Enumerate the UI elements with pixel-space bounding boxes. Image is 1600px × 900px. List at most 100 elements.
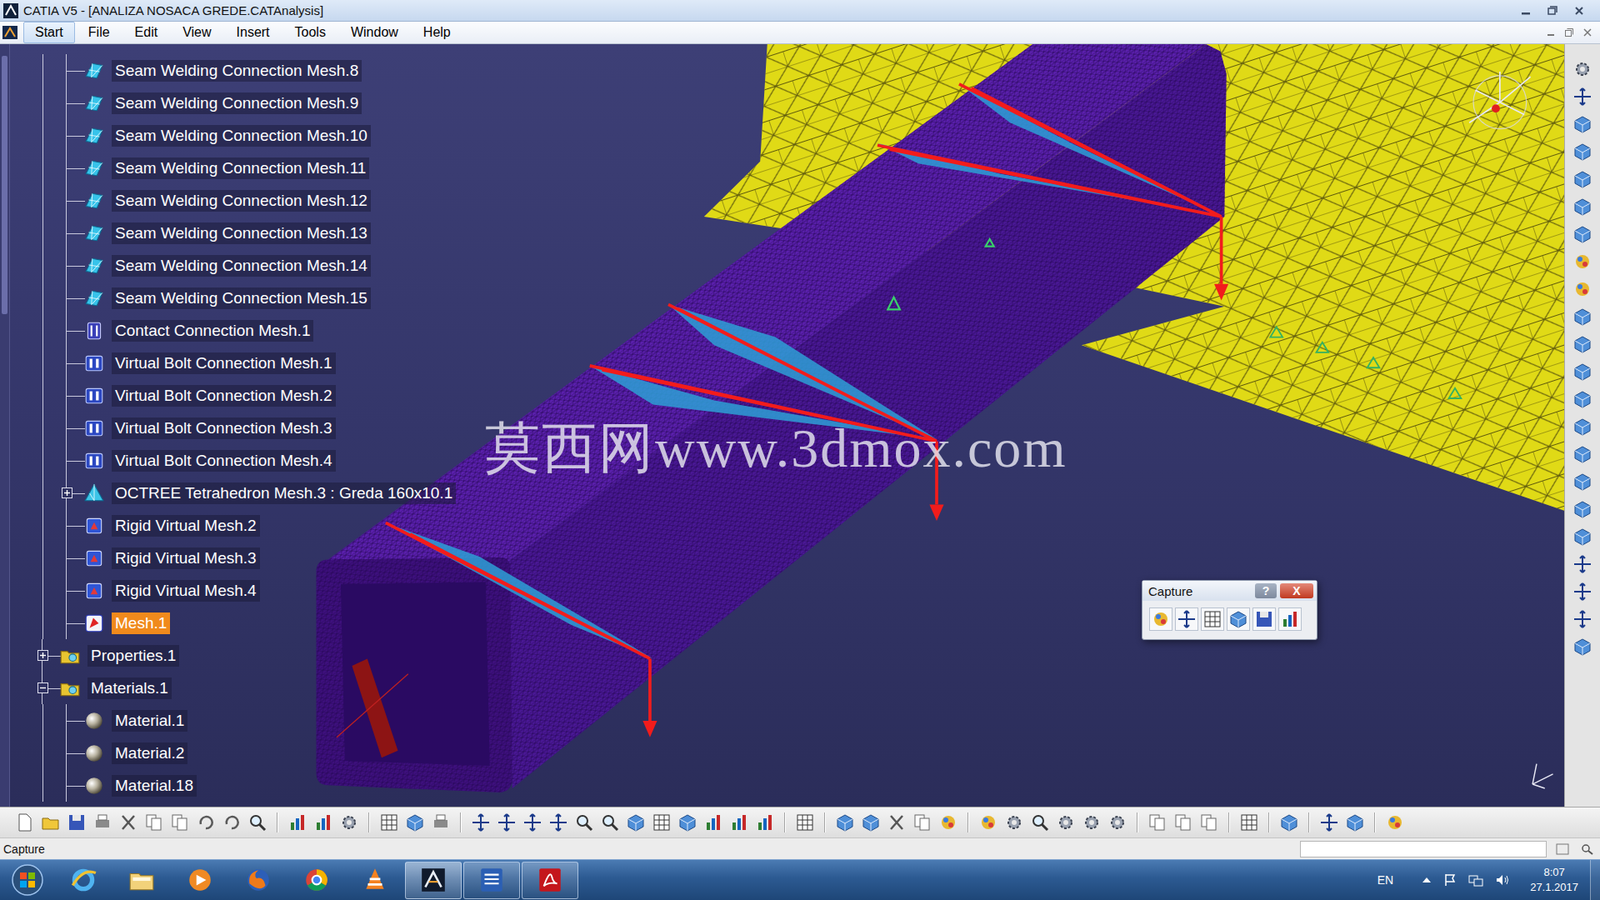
menu-item[interactable]: View [170, 21, 223, 44]
tool-icon[interactable] [405, 812, 425, 833]
tool-icon[interactable] [1345, 812, 1365, 833]
tool-icon[interactable] [1107, 812, 1128, 833]
close-button[interactable]: X [1280, 583, 1314, 599]
tree-node-label[interactable]: Virtual Bolt Connection Mesh.1 [111, 352, 336, 375]
tool-icon[interactable] [1572, 636, 1593, 657]
taskbar-app[interactable] [113, 861, 170, 900]
tool-icon[interactable] [1173, 812, 1194, 833]
tool-icon[interactable] [1004, 812, 1025, 833]
tool-icon[interactable] [287, 812, 308, 833]
tree-node-label[interactable]: Rigid Virtual Mesh.3 [111, 547, 260, 570]
tree-node-label[interactable]: Rigid Virtual Mesh.4 [111, 580, 260, 602]
tree-node-label[interactable]: Virtual Bolt Connection Mesh.4 [111, 450, 336, 472]
tool-icon[interactable] [938, 812, 959, 833]
doc-restore-button[interactable] [1561, 25, 1577, 40]
maximize-button[interactable] [1540, 2, 1565, 19]
tree-node[interactable]: Seam Welding Connection Mesh.15 [10, 281, 456, 315]
tool-icon[interactable] [729, 812, 750, 833]
menu-item[interactable]: Start [23, 21, 75, 44]
tree-node[interactable]: Rigid Virtual Mesh.4 [10, 574, 456, 607]
tool-icon[interactable] [1572, 59, 1593, 80]
tool-icon[interactable] [430, 812, 451, 833]
capture-tool-button[interactable] [1252, 607, 1276, 631]
capture-tool-icon[interactable] [1176, 609, 1197, 630]
tool-icon[interactable] [1572, 499, 1593, 520]
tree-node-label[interactable]: Virtual Bolt Connection Mesh.3 [111, 417, 336, 440]
tool-icon[interactable] [703, 812, 724, 833]
clock[interactable]: 8:0727.1.2017 [1530, 865, 1579, 895]
tool-icon[interactable] [379, 812, 400, 833]
tree-node-label[interactable]: Seam Welding Connection Mesh.14 [111, 255, 371, 277]
taskbar-app[interactable] [405, 861, 462, 900]
menu-item[interactable]: Window [339, 21, 410, 44]
capture-tool-icon[interactable] [1150, 609, 1171, 630]
minimize-button[interactable] [1513, 2, 1539, 19]
tree-node-label[interactable]: Seam Welding Connection Mesh.11 [111, 157, 370, 180]
taskbar-app[interactable] [288, 861, 345, 900]
tree-node-label[interactable]: Material.1 [111, 710, 188, 732]
tool-icon[interactable] [1572, 361, 1593, 382]
tool-icon[interactable] [1279, 812, 1300, 833]
tool-icon[interactable] [339, 812, 360, 833]
tool-icon[interactable] [1319, 812, 1340, 833]
menu-item[interactable]: File [76, 21, 122, 44]
tree-node[interactable]: Mesh.1 [10, 606, 456, 640]
tree-node[interactable]: Material.18 [10, 769, 456, 802]
tool-icon[interactable] [912, 812, 933, 833]
tree-node[interactable]: Contact Connection Mesh.1 [10, 314, 456, 347]
tray-expand-icon[interactable] [1421, 875, 1432, 885]
tool-icon[interactable] [496, 812, 517, 833]
taskbar-app[interactable] [463, 861, 520, 900]
tool-icon[interactable] [1572, 416, 1593, 437]
tree-node[interactable]: Seam Welding Connection Mesh.14 [10, 249, 456, 282]
tree-node[interactable]: Seam Welding Connection Mesh.12 [10, 184, 456, 217]
tree-node-label[interactable]: Material.2 [111, 742, 188, 765]
status-button[interactable] [1553, 841, 1572, 857]
tool-icon[interactable] [835, 812, 855, 833]
tree-node[interactable]: Seam Welding Connection Mesh.10 [10, 119, 456, 152]
doc-minimize-button[interactable] [1543, 25, 1559, 40]
tree-node-label[interactable]: Properties.1 [87, 645, 180, 667]
tool-icon[interactable] [625, 812, 646, 833]
tool-icon[interactable] [795, 812, 815, 833]
capture-tool-icon[interactable] [1280, 609, 1300, 630]
tree-node[interactable]: Materials.1 [10, 671, 456, 705]
tree-node-label[interactable]: Rigid Virtual Mesh.2 [111, 515, 260, 537]
tree-node[interactable]: Properties.1 [10, 639, 456, 672]
scroll-thumb[interactable] [1, 55, 8, 315]
menu-item[interactable]: Help [411, 21, 463, 44]
tool-icon[interactable] [1199, 812, 1220, 833]
expand-icon[interactable] [61, 487, 73, 499]
taskbar-app[interactable] [55, 861, 112, 900]
tree-node[interactable]: Virtual Bolt Connection Mesh.2 [10, 379, 456, 412]
tree-node-label[interactable]: Contact Connection Mesh.1 [111, 320, 314, 342]
tool-icon[interactable] [1572, 526, 1593, 547]
tool-icon[interactable] [522, 812, 543, 833]
capture-tool-button[interactable] [1278, 607, 1302, 631]
collapse-icon[interactable] [37, 682, 49, 694]
volume-icon[interactable] [1495, 873, 1510, 887]
tree-node-label[interactable]: Materials.1 [87, 677, 172, 700]
tool-icon[interactable] [1055, 812, 1076, 833]
tool-icon[interactable] [1572, 609, 1593, 630]
tool-icon[interactable] [1572, 389, 1593, 410]
tree-node-label[interactable]: Seam Welding Connection Mesh.12 [111, 190, 371, 212]
taskbar-app[interactable] [521, 861, 579, 900]
tree-node-label[interactable]: Material.18 [111, 775, 197, 797]
tree-node[interactable]: Rigid Virtual Mesh.2 [10, 509, 456, 542]
tree-node[interactable]: Material.1 [10, 704, 456, 737]
tree-node[interactable]: Virtual Bolt Connection Mesh.1 [10, 346, 456, 380]
viewer[interactable]: Seam Welding Connection Mesh.8 Seam Weldi… [0, 44, 1565, 807]
tool-icon[interactable] [1572, 169, 1593, 190]
tool-icon[interactable] [66, 812, 87, 833]
tree-node[interactable]: Seam Welding Connection Mesh.13 [10, 216, 456, 250]
tool-icon[interactable] [1572, 141, 1593, 162]
tree-node-label[interactable]: Seam Welding Connection Mesh.10 [111, 125, 371, 147]
tool-icon[interactable] [1081, 812, 1102, 833]
menu-item[interactable]: Tools [283, 21, 338, 44]
taskbar-app[interactable] [230, 861, 287, 900]
document-icon[interactable] [1, 25, 19, 40]
tool-icon[interactable] [1239, 812, 1260, 833]
tree-node[interactable]: Seam Welding Connection Mesh.8 [10, 54, 456, 87]
taskbar-app[interactable] [346, 861, 404, 900]
